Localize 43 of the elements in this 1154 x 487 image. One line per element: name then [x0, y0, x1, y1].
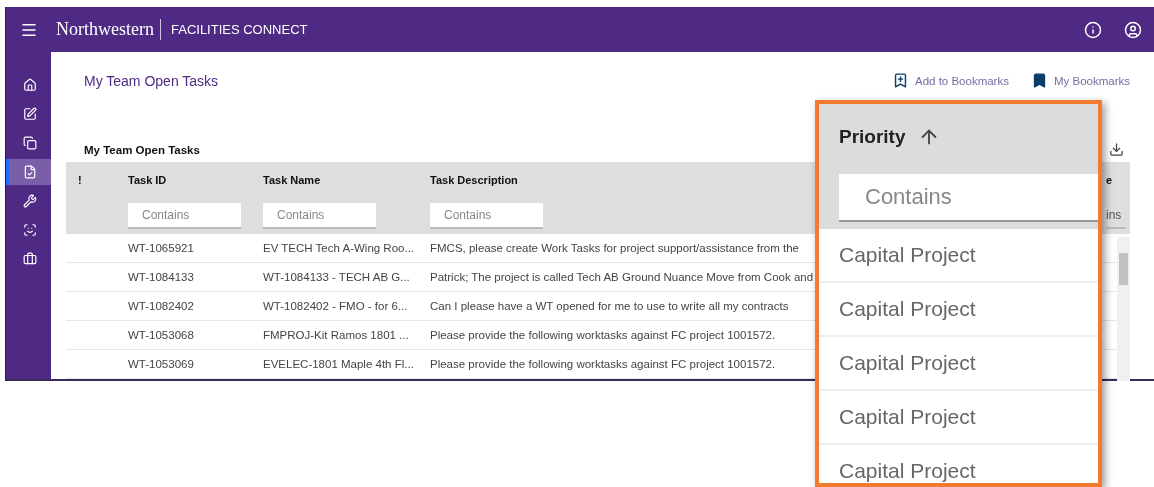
scrollbar[interactable]: [1117, 237, 1130, 381]
filter-field[interactable]: Contains: [263, 202, 376, 229]
table-cell: Capital Project: [839, 459, 976, 483]
column-header[interactable]: e: [1106, 173, 1113, 186]
table-cell: FMPROJ-Kit Ramos 1801 ...: [263, 329, 409, 341]
tasks-icon[interactable]: [6, 159, 51, 185]
table-cell: WT-1084133: [128, 271, 194, 283]
column-header[interactable]: Task Name: [263, 173, 321, 186]
table-cell: Patrick; The project is called Tech AB Ground Nuance Move from Cook and: [430, 271, 814, 283]
table-cell: Capital Project: [839, 405, 976, 429]
bookmark-plus-icon: [892, 72, 909, 89]
download-icon[interactable]: [1109, 142, 1124, 157]
column-header[interactable]: Task Description: [430, 173, 518, 186]
table-cell: WT-1053068: [128, 329, 194, 341]
column-header[interactable]: Priority: [839, 126, 906, 148]
filter-field[interactable]: Contains: [128, 202, 241, 229]
table-cell: WT-1053069: [128, 358, 194, 370]
user-icon[interactable]: [1124, 20, 1142, 39]
product-name: FACILITIES CONNECT: [171, 22, 308, 37]
table-cell: Capital Project: [839, 351, 976, 375]
table-cell: FMCS, please create Work Tasks for project support/assistance from the: [430, 242, 799, 254]
table-cell: WT-1084133 - TECH AB G...: [263, 271, 410, 283]
column-header[interactable]: Task ID: [128, 173, 167, 186]
table-cell: Please provide the following worktasks against FC project 1001572.: [430, 329, 776, 341]
brand-name: Northwestern: [56, 19, 161, 40]
column-header[interactable]: !: [66, 173, 82, 186]
table-cell: EV TECH Tech A-Wing Roo...: [263, 242, 415, 254]
table-cell: Can I please have a WT opened for me to use to write all my contracts: [430, 300, 789, 312]
table-cell: WT-1082402: [128, 300, 194, 312]
filter-field[interactable]: Contains: [430, 202, 543, 229]
section-title: My Team Open Tasks: [84, 143, 200, 156]
table-cell: Please provide the following worktasks against FC project 1001572.: [430, 358, 776, 370]
page-title: My Team Open Tasks: [84, 72, 219, 89]
table-cell: Capital Project: [839, 297, 976, 321]
table-cell: Capital Project: [839, 243, 976, 267]
filter-field[interactable]: Contains: [839, 174, 1098, 222]
filter-field[interactable]: ins: [1106, 202, 1126, 229]
info-icon[interactable]: [1084, 20, 1102, 39]
table-cell: WT-1065921: [128, 242, 194, 254]
add-bookmark-link[interactable]: Add to Bookmarks: [892, 72, 1009, 89]
table-cell: EVELEC-1801 Maple 4th Fl...: [263, 358, 414, 370]
table-cell: WT-1082402 - FMO - for 6...: [263, 300, 408, 312]
bookmarks-link[interactable]: My Bookmarks: [1030, 72, 1130, 89]
